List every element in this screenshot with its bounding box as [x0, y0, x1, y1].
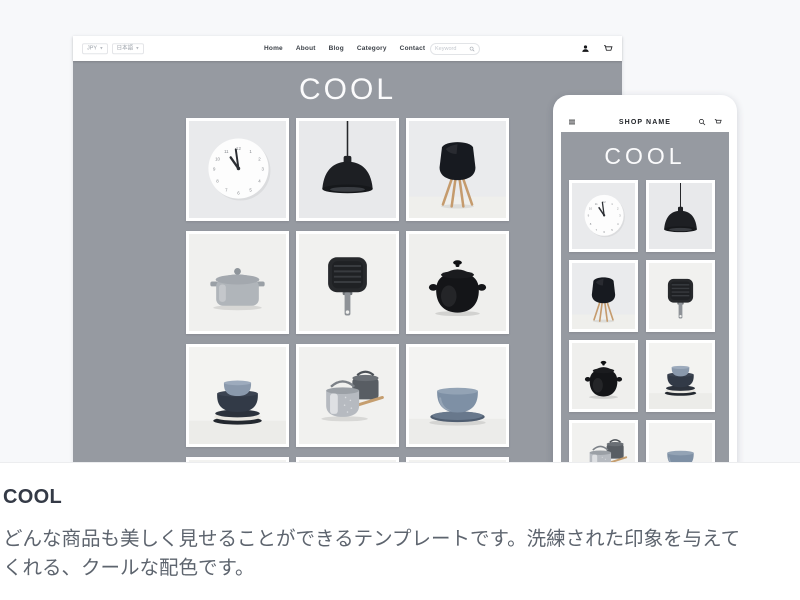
product-photo-pendant-lamp — [299, 121, 396, 218]
product-photo-blue-bowl — [409, 347, 506, 444]
cart-icon[interactable] — [714, 118, 722, 126]
product-tile-grill-pan[interactable] — [646, 260, 715, 332]
product-tile-clock[interactable] — [186, 118, 289, 221]
product-tile-clock[interactable] — [569, 180, 638, 252]
product-tile-steel-pots[interactable] — [569, 420, 638, 463]
product-tile-grill-pan[interactable] — [296, 231, 399, 334]
desktop-search-box — [430, 43, 480, 55]
mobile-header-icons — [698, 118, 722, 126]
currency-select[interactable]: JPY ▾ — [82, 43, 108, 55]
product-tile-steel-pots[interactable] — [296, 344, 399, 447]
mobile-product-grid — [561, 180, 729, 463]
nav-link-contact[interactable]: Contact — [400, 45, 426, 52]
mobile-hero-title: COOL — [561, 132, 729, 180]
product-photo-grill-pan — [649, 263, 712, 329]
mobile-screen: SHOP NAME COOL — [561, 112, 729, 463]
product-tile-gray-pot[interactable] — [186, 231, 289, 334]
product-tile-pendant-lamp[interactable] — [646, 180, 715, 252]
product-photo-stacked-bowls — [189, 347, 286, 444]
product-photo-steel-pots — [299, 347, 396, 444]
product-photo-pendant-lamp — [649, 183, 712, 249]
currency-select-label: JPY — [87, 46, 97, 52]
product-photo-chair — [409, 121, 506, 218]
language-select-label: 日本語 — [117, 46, 134, 52]
cart-icon[interactable] — [603, 44, 613, 54]
product-tile-blue-bowl[interactable] — [646, 420, 715, 463]
chevron-down-icon: ▾ — [100, 46, 103, 51]
product-photo-blue-bowl — [649, 423, 712, 463]
product-photo-grill-pan — [299, 234, 396, 331]
search-icon[interactable] — [469, 46, 475, 52]
desktop-header-bar: JPY ▾ 日本語 ▾ Home About Blog Category Contact — [73, 36, 622, 61]
product-photo-chair — [572, 263, 635, 329]
search-input[interactable] — [435, 46, 467, 52]
product-photo-black-pot — [409, 234, 506, 331]
desktop-hero-title: COOL — [73, 61, 622, 118]
template-description: どんな商品も美しく見せることができるテンプレートです。洗練された印象を与えて く… — [3, 525, 795, 582]
product-tile-chair[interactable] — [406, 118, 509, 221]
template-info-section: COOL どんな商品も美しく見せることができるテンプレートです。洗練された印象を… — [0, 463, 800, 600]
product-photo-gray-pot — [189, 234, 286, 331]
product-tile-stacked-bowls[interactable] — [186, 344, 289, 447]
product-tile-chair[interactable] — [569, 260, 638, 332]
person-icon[interactable] — [581, 44, 590, 53]
product-tile-stacked-bowls[interactable] — [646, 340, 715, 412]
nav-link-about[interactable]: About — [296, 45, 316, 52]
nav-link-home[interactable]: Home — [264, 45, 283, 52]
desktop-header-icons — [581, 44, 613, 54]
product-tile-pendant-lamp[interactable] — [296, 118, 399, 221]
nav-link-category[interactable]: Category — [357, 45, 387, 52]
product-tile-black-pot[interactable] — [569, 340, 638, 412]
locale-selects: JPY ▾ 日本語 ▾ — [82, 43, 144, 55]
desktop-mockup: JPY ▾ 日本語 ▾ Home About Blog Category Contact — [73, 36, 622, 462]
product-photo-clock — [572, 183, 635, 249]
search-icon[interactable] — [698, 118, 706, 126]
product-photo-stacked-bowls — [649, 343, 712, 409]
template-title: COOL — [3, 486, 795, 509]
product-photo-black-pot — [572, 343, 635, 409]
nav-link-blog[interactable]: Blog — [329, 45, 344, 52]
product-tile-blue-bowl[interactable] — [406, 344, 509, 447]
template-preview-page: JPY ▾ 日本語 ▾ Home About Blog Category Contact — [0, 0, 800, 600]
chevron-down-icon: ▾ — [136, 46, 139, 51]
product-photo-steel-pots — [572, 423, 635, 463]
product-tile-black-pot[interactable] — [406, 231, 509, 334]
product-photo-clock — [189, 121, 286, 218]
desktop-product-grid — [186, 118, 509, 463]
mobile-header-bar: SHOP NAME — [561, 112, 729, 132]
language-select[interactable]: 日本語 ▾ — [112, 43, 144, 55]
desktop-nav: Home About Blog Category Contact — [264, 36, 425, 61]
template-preview-area: JPY ▾ 日本語 ▾ Home About Blog Category Contact — [0, 0, 800, 463]
mobile-mockup: SHOP NAME COOL — [553, 95, 737, 463]
